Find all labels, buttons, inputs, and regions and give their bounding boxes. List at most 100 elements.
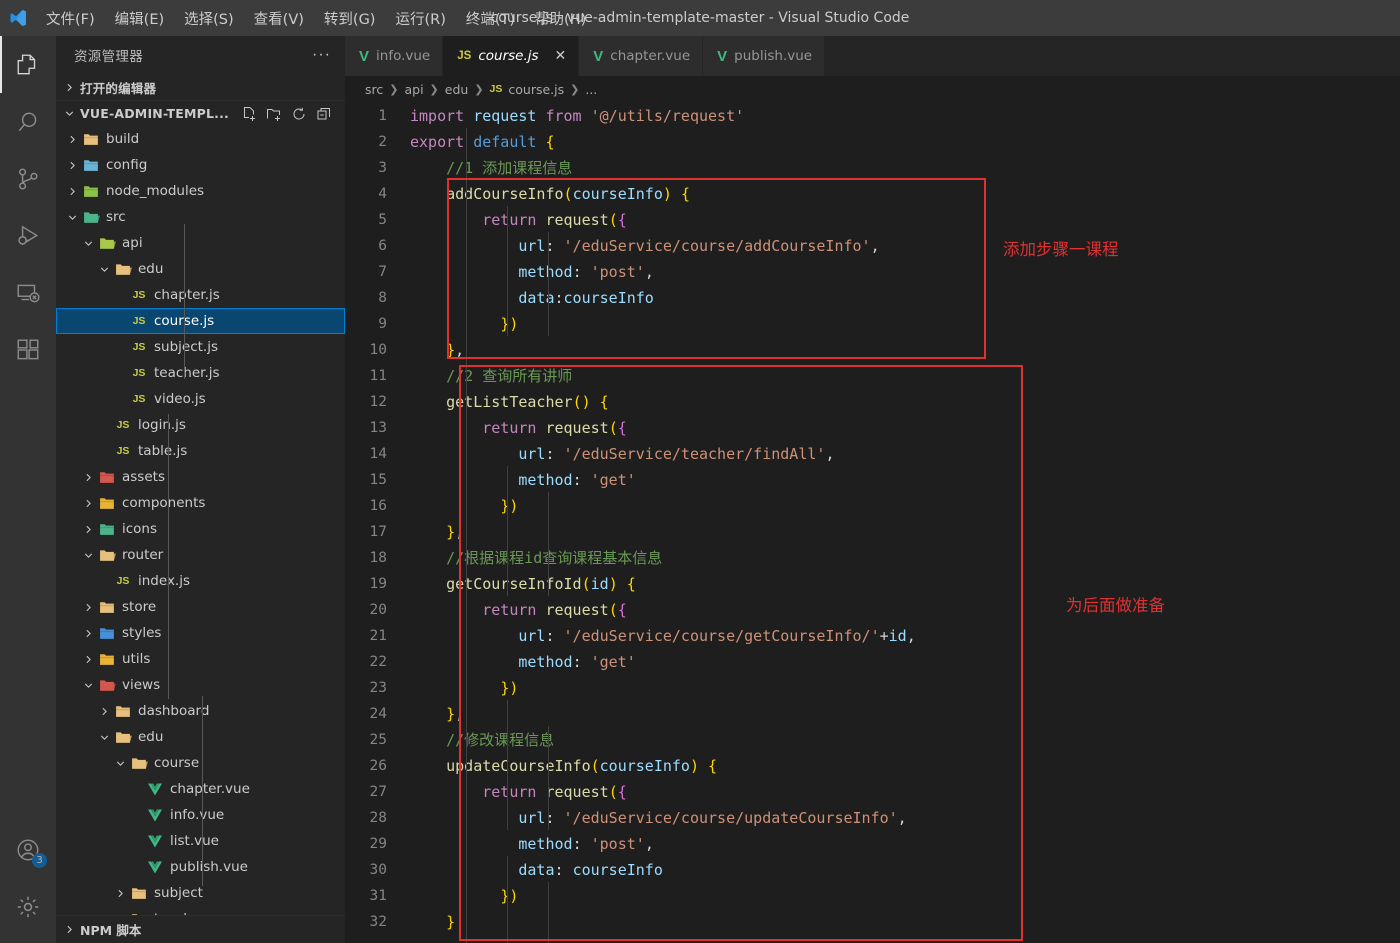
code-line[interactable]: },	[407, 337, 1400, 363]
tree-item-list-vue[interactable]: list.vue	[56, 828, 345, 854]
collapse-all-icon[interactable]	[313, 103, 335, 125]
code-line[interactable]: //根据课程id查询课程基本信息	[407, 545, 1400, 571]
breadcrumb-segment[interactable]: ...	[585, 82, 597, 97]
activity-account[interactable]: 3	[0, 821, 56, 878]
breadcrumb-segment[interactable]: edu	[445, 82, 469, 97]
code-line[interactable]: }	[407, 909, 1400, 935]
tree-item-router[interactable]: router	[56, 542, 345, 568]
tree-item-course[interactable]: course	[56, 750, 345, 776]
tree-item-store[interactable]: store	[56, 594, 345, 620]
chevron-right-icon[interactable]	[80, 495, 96, 511]
code-line[interactable]: url: '/eduService/course/getCourseInfo/'…	[407, 623, 1400, 649]
activity-explorer[interactable]	[0, 36, 56, 93]
tree-item-views[interactable]: views	[56, 672, 345, 698]
code-line[interactable]: getListTeacher() {	[407, 389, 1400, 415]
breadcrumb-segment[interactable]: api	[404, 82, 423, 97]
code-line[interactable]: url: '/eduService/teacher/findAll',	[407, 441, 1400, 467]
code-line[interactable]: method: 'get'	[407, 649, 1400, 675]
chevron-down-icon[interactable]	[112, 755, 128, 771]
section-npm-scripts[interactable]: NPM 脚本	[56, 915, 345, 943]
file-tree[interactable]: build config node_modules src api edu JS chapte…	[56, 126, 345, 915]
tree-item-teacher-js[interactable]: JS teacher.js	[56, 360, 345, 386]
code-line[interactable]: })	[407, 311, 1400, 337]
code-line[interactable]: },	[407, 701, 1400, 727]
code-line[interactable]: method: 'post',	[407, 831, 1400, 857]
activity-settings[interactable]	[0, 878, 56, 935]
code-line[interactable]: getCourseInfoId(id) {	[407, 571, 1400, 597]
chevron-down-icon[interactable]	[80, 547, 96, 563]
chevron-right-icon[interactable]	[64, 183, 80, 199]
chevron-right-icon[interactable]	[80, 651, 96, 667]
tree-item-edu[interactable]: edu	[56, 724, 345, 750]
chevron-right-icon[interactable]	[80, 469, 96, 485]
code-line[interactable]: import request from '@/utils/request'	[407, 103, 1400, 129]
menu-help[interactable]: 帮助(H)	[525, 5, 596, 32]
tree-item-build[interactable]: build	[56, 126, 345, 152]
code-line[interactable]: method: 'get'	[407, 467, 1400, 493]
tree-item-utils[interactable]: utils	[56, 646, 345, 672]
code-line[interactable]: addCourseInfo(courseInfo) {	[407, 181, 1400, 207]
tree-item-node_modules[interactable]: node_modules	[56, 178, 345, 204]
close-icon[interactable]: ✕	[555, 48, 567, 64]
tree-item-icons[interactable]: icons	[56, 516, 345, 542]
tree-item-course-js[interactable]: JS course.js	[56, 308, 345, 334]
code-line[interactable]: url: '/eduService/course/updateCourseInf…	[407, 805, 1400, 831]
chevron-right-icon[interactable]	[64, 131, 80, 147]
activity-extensions[interactable]	[0, 321, 56, 378]
chevron-right-icon[interactable]	[64, 157, 80, 173]
menu-selection[interactable]: 选择(S)	[174, 5, 244, 32]
menu-view[interactable]: 查看(V)	[244, 5, 314, 32]
code-line[interactable]: method: 'post',	[407, 259, 1400, 285]
menu-terminal[interactable]: 终端(T)	[456, 5, 525, 32]
code-line[interactable]: })	[407, 883, 1400, 909]
chevron-down-icon[interactable]	[64, 209, 80, 225]
chevron-right-icon[interactable]	[80, 599, 96, 615]
tree-item-components[interactable]: components	[56, 490, 345, 516]
code-line[interactable]: })	[407, 493, 1400, 519]
tree-item-chapter-vue[interactable]: chapter.vue	[56, 776, 345, 802]
tree-item-subject-js[interactable]: JS subject.js	[56, 334, 345, 360]
menu-go[interactable]: 转到(G)	[314, 5, 386, 32]
code-line[interactable]: },	[407, 519, 1400, 545]
chevron-right-icon[interactable]	[80, 625, 96, 641]
code-line[interactable]: //2 查询所有讲师	[407, 363, 1400, 389]
editor-tab-course-js[interactable]: JS course.js ✕	[443, 36, 580, 76]
breadcrumb-segment[interactable]: src	[365, 82, 383, 97]
code-line[interactable]: })	[407, 675, 1400, 701]
tree-item-styles[interactable]: styles	[56, 620, 345, 646]
tree-item-index-js[interactable]: JS index.js	[56, 568, 345, 594]
code-line[interactable]: return request({	[407, 779, 1400, 805]
code-line[interactable]: export default {	[407, 129, 1400, 155]
activity-run-debug[interactable]	[0, 207, 56, 264]
refresh-icon[interactable]	[288, 103, 310, 125]
chevron-down-icon[interactable]	[96, 261, 112, 277]
tree-item-info-vue[interactable]: info.vue	[56, 802, 345, 828]
chevron-right-icon[interactable]	[80, 521, 96, 537]
code-editor[interactable]: 1 2 3 4 5 6 7 8 9 10 11 12 13 14 15 16 17 18 19 20 21 22 23 24 2…	[345, 102, 1400, 943]
code-content[interactable]: import request from '@/utils/request' exp…	[407, 102, 1400, 943]
section-project-root[interactable]: VUE-ADMIN-TEMPL...	[56, 100, 345, 126]
menu-edit[interactable]: 编辑(E)	[105, 5, 174, 32]
tree-item-chapter-js[interactable]: JS chapter.js	[56, 282, 345, 308]
code-line[interactable]: return request({	[407, 415, 1400, 441]
section-open-editors[interactable]: 打开的编辑器	[56, 74, 345, 100]
breadcrumb-segment[interactable]: course.js	[508, 82, 564, 97]
chevron-right-icon[interactable]	[112, 885, 128, 901]
chevron-down-icon[interactable]	[96, 729, 112, 745]
tree-item-edu[interactable]: edu	[56, 256, 345, 282]
code-line[interactable]: //1 添加课程信息	[407, 155, 1400, 181]
tree-item-login-js[interactable]: JS login.js	[56, 412, 345, 438]
chevron-right-icon[interactable]	[96, 703, 112, 719]
code-line[interactable]: updateCourseInfo(courseInfo) {	[407, 753, 1400, 779]
tree-item-video-js[interactable]: JS video.js	[56, 386, 345, 412]
chevron-right-icon[interactable]	[112, 911, 128, 915]
editor-tab-info-vue[interactable]: Vinfo.vue	[345, 36, 444, 76]
menu-run[interactable]: 运行(R)	[385, 5, 455, 32]
tree-item-src[interactable]: src	[56, 204, 345, 230]
activity-source-control[interactable]	[0, 150, 56, 207]
tree-item-publish-vue[interactable]: publish.vue	[56, 854, 345, 880]
chevron-down-icon[interactable]	[80, 677, 96, 693]
tree-item-table-js[interactable]: JS table.js	[56, 438, 345, 464]
sidebar-more-actions-icon[interactable]: ···	[312, 46, 337, 64]
tree-item-teacher[interactable]: teacher	[56, 906, 345, 915]
